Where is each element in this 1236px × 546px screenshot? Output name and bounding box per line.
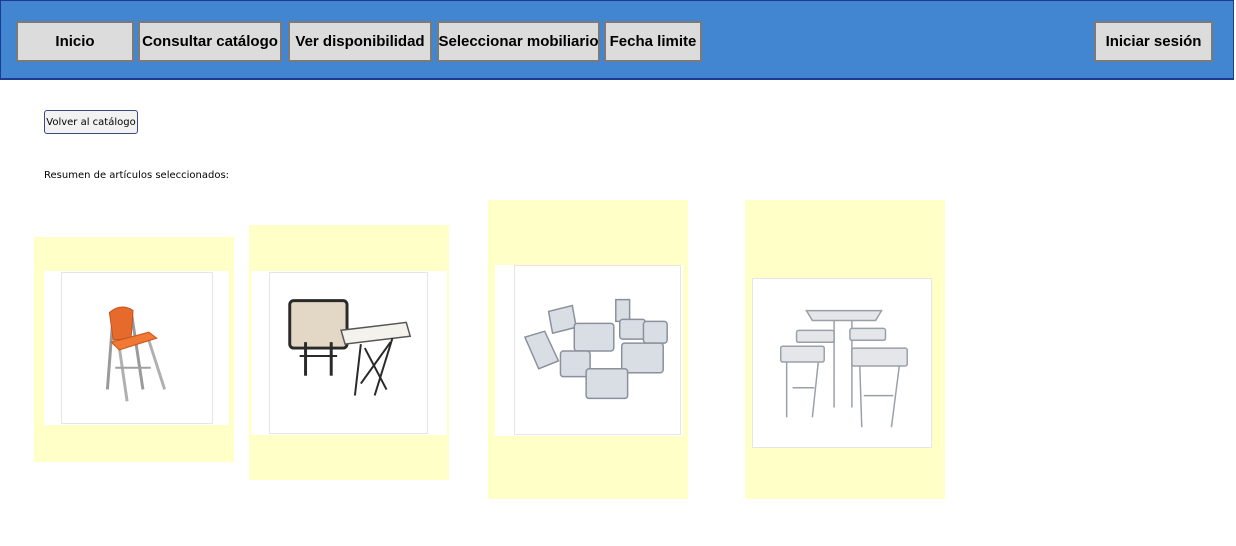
lounge-furniture-icon xyxy=(523,298,668,400)
folding-chair-icon xyxy=(105,306,167,402)
back-to-catalog-button[interactable]: Volver al catálogo xyxy=(44,110,138,134)
top-navbar: Inicio Consultar catálogo Ver disponibil… xyxy=(0,0,1234,80)
bar-table-stools-icon xyxy=(779,309,908,428)
nav-fecha-limite-button[interactable]: Fecha limite xyxy=(604,21,702,62)
bar-table-stools-image xyxy=(752,278,932,448)
folding-chair-image xyxy=(61,272,213,424)
folding-table-set-image xyxy=(269,272,428,434)
nav-ver-disponibilidad-button[interactable]: Ver disponibilidad xyxy=(288,21,432,62)
nav-inicio-button[interactable]: Inicio xyxy=(16,21,134,62)
login-button[interactable]: Iniciar sesión xyxy=(1094,21,1213,62)
selected-items-summary-label: Resumen de artículos seleccionados: xyxy=(44,170,230,181)
nav-seleccionar-mobiliario-button[interactable]: Seleccionar mobiliario xyxy=(437,21,600,62)
folding-table-icon xyxy=(288,299,412,396)
lounge-ottoman-set-image xyxy=(514,265,681,435)
nav-consultar-catalogo-button[interactable]: Consultar catálogo xyxy=(138,21,282,62)
